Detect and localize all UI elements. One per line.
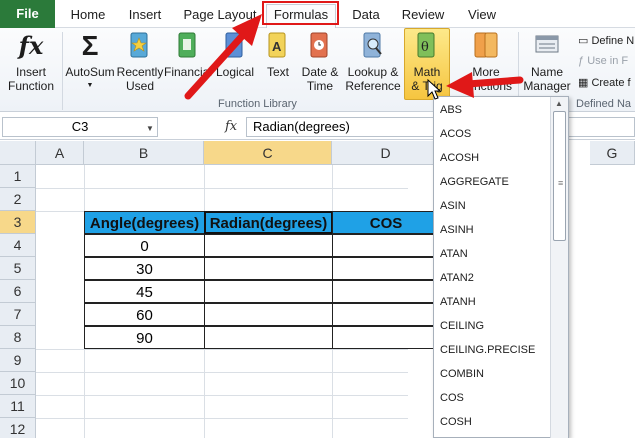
arrow-to-math-trig (446, 72, 524, 98)
mouse-cursor-icon (427, 78, 442, 100)
arrow-to-formulas-tab (184, 14, 262, 100)
annotation-arrows (184, 14, 524, 100)
